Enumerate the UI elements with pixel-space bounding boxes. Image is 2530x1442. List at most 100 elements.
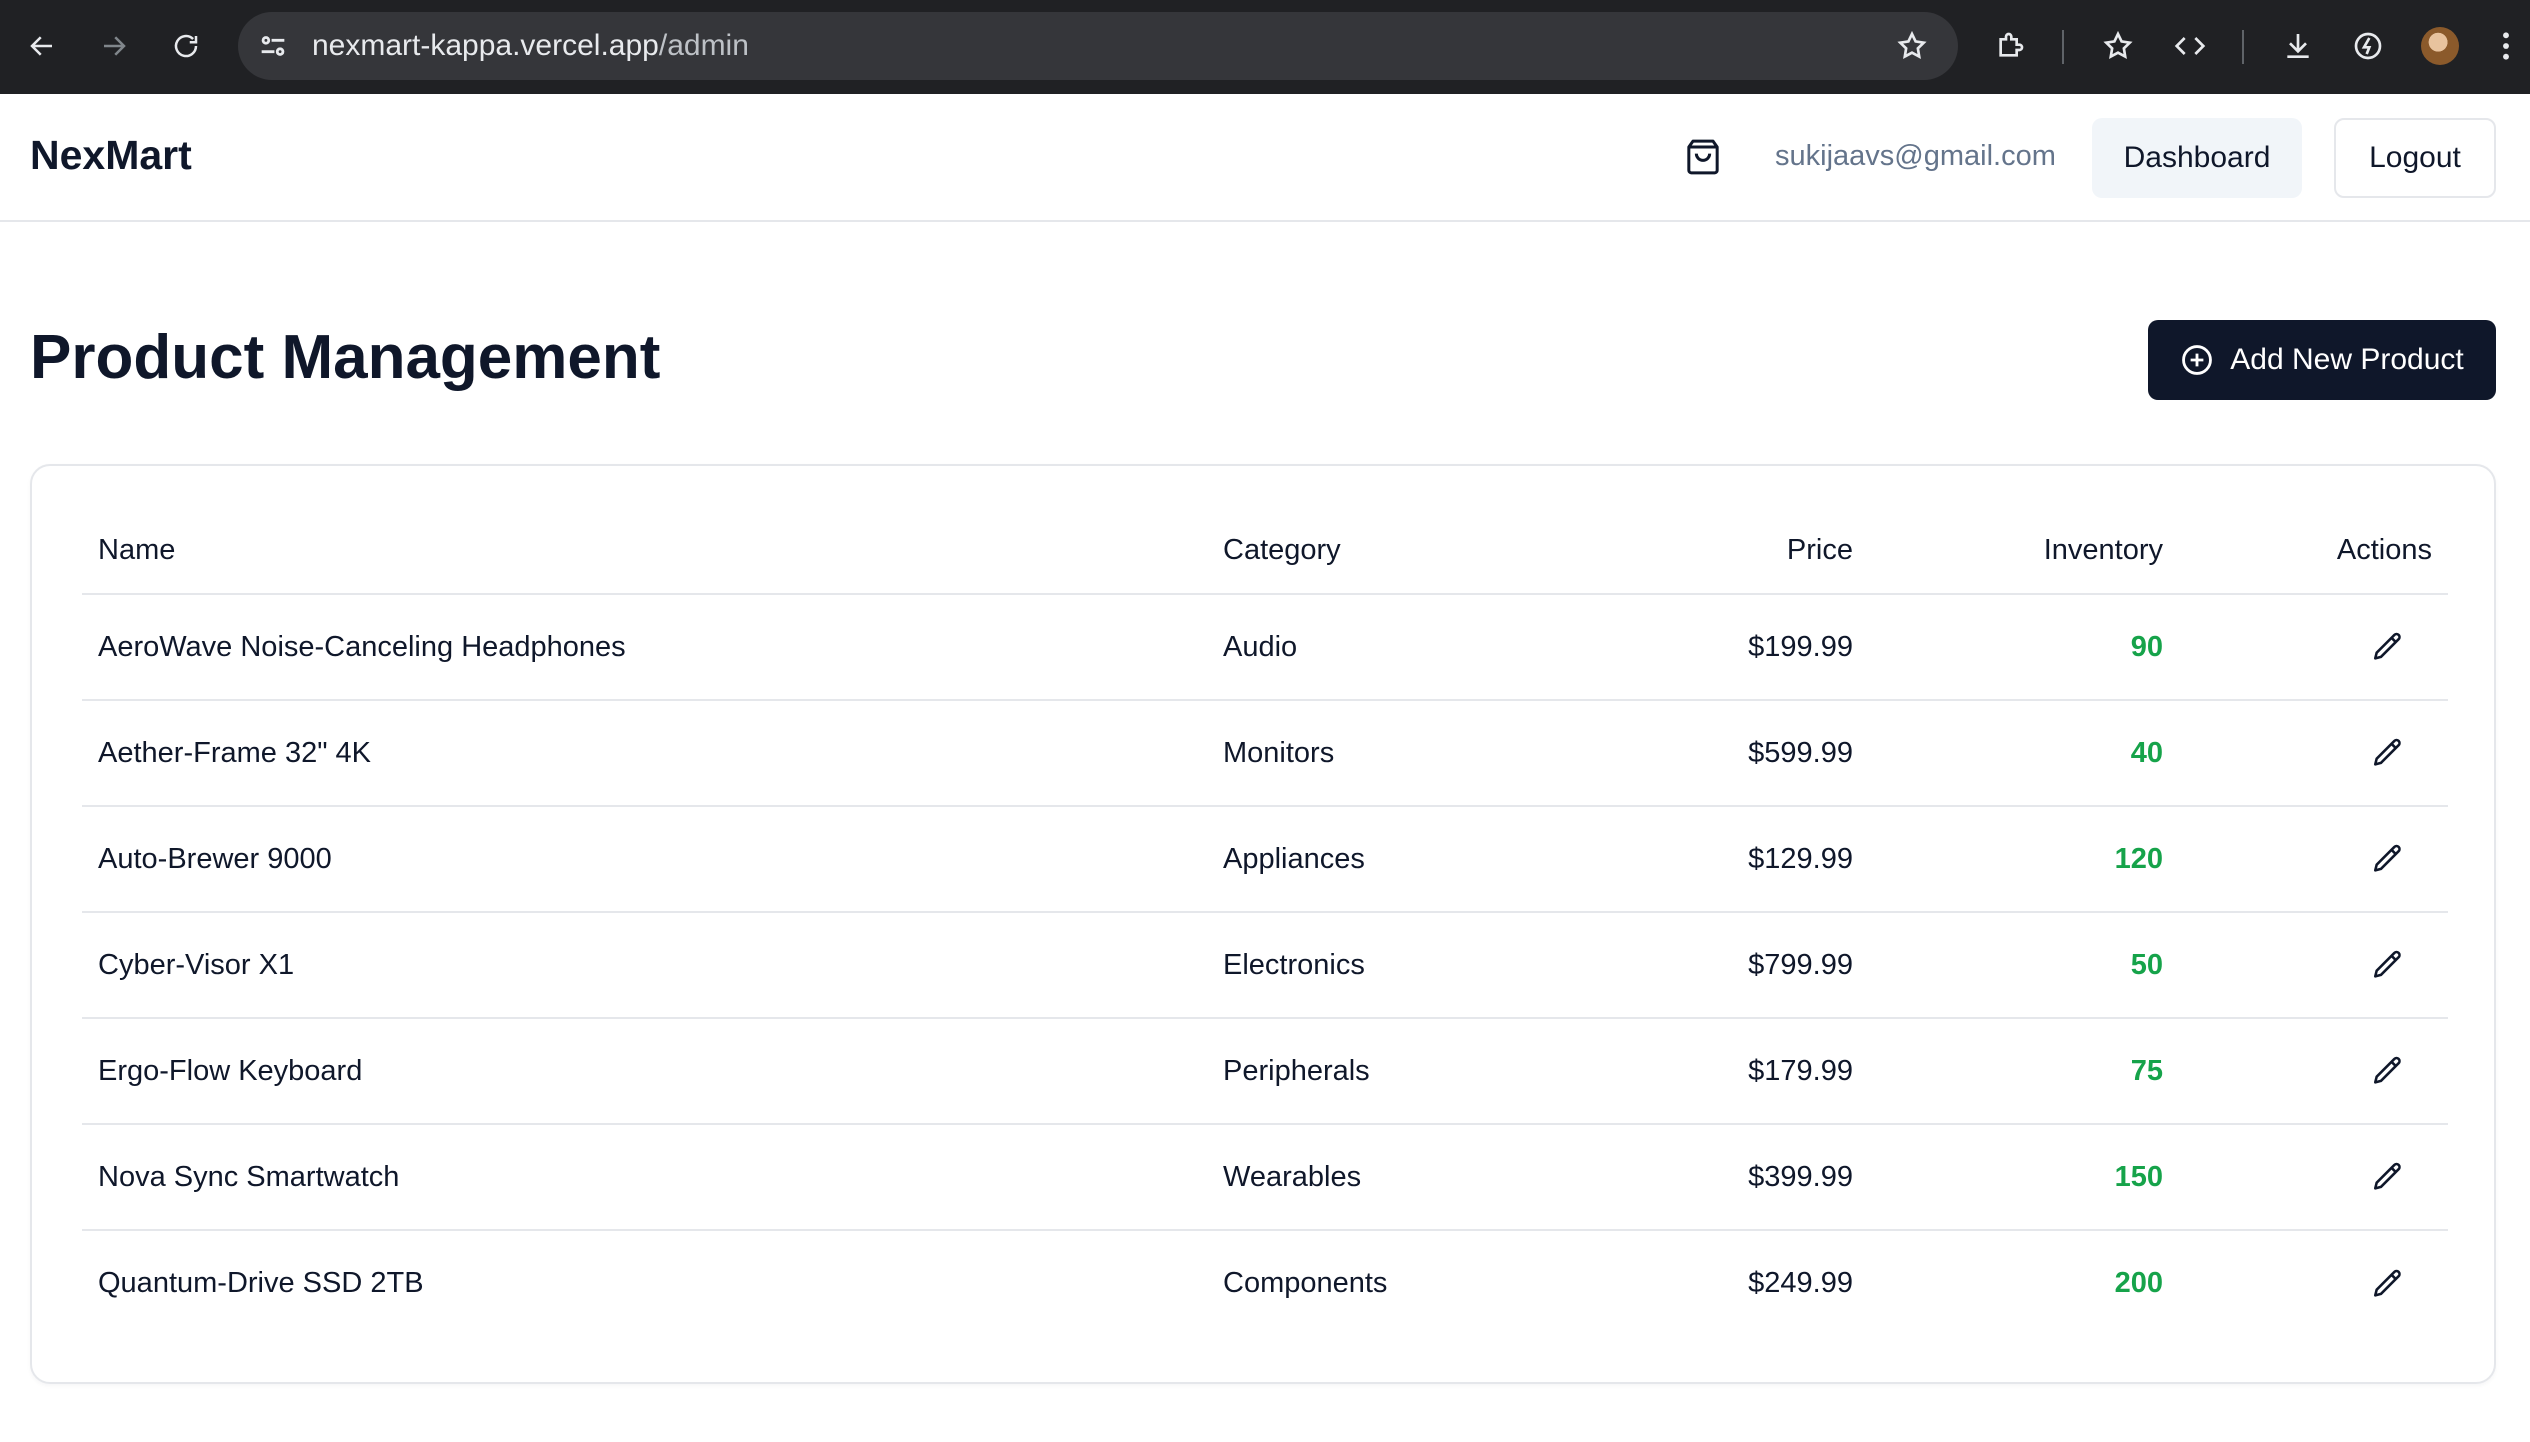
- product-name: Aether-Frame 32" 4K: [82, 700, 1207, 807]
- arrow-right-icon: [104, 36, 126, 56]
- column-header-inventory: Inventory: [1869, 508, 2179, 595]
- user-email: sukijaavs@gmail.com: [1775, 140, 2056, 172]
- pencil-icon: [2373, 738, 2401, 766]
- product-category: Components: [1223, 1267, 1388, 1299]
- app-header: NexMart sukijaavs@gmail.com Dashboard Lo…: [0, 94, 2530, 222]
- product-price: $179.99: [1567, 1018, 1869, 1125]
- star-list-icon: [2103, 30, 2133, 59]
- column-header-price: Price: [1567, 508, 1869, 595]
- product-actions: [2179, 1018, 2448, 1125]
- pencil-icon: [2373, 1269, 2401, 1297]
- toolbar-divider: [2242, 30, 2244, 64]
- performance-button[interactable]: [2342, 20, 2394, 72]
- product-category: Audio: [1207, 594, 1567, 701]
- product-name: Quantum-Drive SSD 2TB: [98, 1267, 424, 1299]
- product-category: Monitors: [1207, 700, 1567, 807]
- product-name: Ergo-Flow Keyboard: [82, 1018, 1207, 1125]
- profile-button[interactable]: [2414, 20, 2466, 72]
- product-name: Cyber-Visor X1: [82, 912, 1207, 1019]
- browser-menu-button[interactable]: [2486, 20, 2526, 72]
- product-price: $599.99: [1567, 700, 1869, 807]
- back-button[interactable]: [16, 20, 68, 72]
- browser-toolbar: nexmart-kappa.vercel.app/admin: [0, 0, 2530, 94]
- products-card: Name Category Price Inventory Actions Ae…: [30, 464, 2496, 1384]
- reading-list-button[interactable]: [2092, 20, 2144, 72]
- product-actions: [2179, 594, 2448, 701]
- table-row: Quantum-Drive SSD 2TB Components $249.99…: [82, 1230, 2448, 1336]
- speed-icon: [2354, 32, 2382, 60]
- table-row: Cyber-Visor X1 Electronics $799.99 50: [82, 912, 2448, 1019]
- extensions-button[interactable]: [1984, 20, 2036, 72]
- bookmark-star-icon[interactable]: [1896, 30, 1928, 62]
- download-icon: [2287, 34, 2309, 58]
- product-actions: [2179, 1230, 2448, 1336]
- product-category: Electronics: [1207, 912, 1567, 1019]
- product-category: Appliances: [1207, 806, 1567, 913]
- table-row: Auto-Brewer 9000 Appliances $129.99 120: [82, 806, 2448, 913]
- product-price: $399.99: [1567, 1124, 1869, 1231]
- product-inventory: 200: [2114, 1267, 2163, 1299]
- product-inventory: 75: [1869, 1018, 2179, 1125]
- product-category: Peripherals: [1207, 1018, 1567, 1125]
- edit-product-button[interactable]: [2364, 729, 2412, 777]
- downloads-button[interactable]: [2272, 20, 2324, 72]
- product-price: $249.99: [1748, 1267, 1853, 1299]
- table-header-row: Name Category Price Inventory Actions: [82, 508, 2448, 595]
- table-row: Ergo-Flow Keyboard Peripherals $179.99 7…: [82, 1018, 2448, 1125]
- product-actions: [2179, 806, 2448, 913]
- product-price: $129.99: [1567, 806, 1869, 913]
- edit-product-button[interactable]: [2364, 1047, 2412, 1095]
- forward-button[interactable]: [88, 20, 140, 72]
- column-header-category: Category: [1207, 508, 1567, 595]
- product-name: AeroWave Noise-Canceling Headphones: [82, 594, 1207, 701]
- product-inventory: 90: [1869, 594, 2179, 701]
- edit-product-button[interactable]: [2364, 1153, 2412, 1201]
- edit-product-button[interactable]: [2364, 941, 2412, 989]
- product-inventory: 120: [1869, 806, 2179, 913]
- column-header-actions: Actions: [2179, 508, 2448, 595]
- address-bar[interactable]: nexmart-kappa.vercel.app/admin: [238, 12, 1958, 80]
- table-row: Aether-Frame 32" 4K Monitors $599.99 40: [82, 700, 2448, 807]
- reload-button[interactable]: [160, 20, 212, 72]
- products-table: Name Category Price Inventory Actions Ae…: [82, 508, 2448, 1336]
- column-header-name: Name: [82, 508, 1207, 595]
- product-actions: [2179, 700, 2448, 807]
- puzzle-icon: [1999, 32, 2024, 57]
- edit-product-button[interactable]: [2364, 835, 2412, 883]
- product-price: $199.99: [1567, 594, 1869, 701]
- pencil-icon: [2373, 844, 2401, 872]
- avatar: [2421, 27, 2459, 65]
- url-host: nexmart-kappa.vercel.app: [312, 29, 659, 62]
- cart-button[interactable]: [1678, 132, 1728, 182]
- logout-button[interactable]: Logout: [2334, 118, 2496, 198]
- toolbar-divider: [2062, 30, 2064, 64]
- reload-icon: [174, 34, 198, 58]
- pencil-icon: [2373, 950, 2401, 978]
- add-product-label: Add New Product: [2230, 343, 2464, 376]
- pencil-icon: [2373, 632, 2401, 660]
- product-inventory: 150: [1869, 1124, 2179, 1231]
- add-product-button[interactable]: Add New Product: [2148, 320, 2496, 400]
- product-name: Nova Sync Smartwatch: [82, 1124, 1207, 1231]
- url-text: nexmart-kappa.vercel.app/admin: [312, 29, 749, 63]
- product-actions: [2179, 912, 2448, 1019]
- url-path: /admin: [658, 29, 749, 62]
- product-category: Wearables: [1207, 1124, 1567, 1231]
- plus-circle-icon: [2182, 345, 2213, 375]
- brand-logo[interactable]: NexMart: [30, 132, 192, 179]
- edit-product-button[interactable]: [2364, 1260, 2412, 1308]
- arrow-left-icon: [30, 36, 52, 56]
- product-inventory: 40: [1869, 700, 2179, 807]
- dashboard-button[interactable]: Dashboard: [2092, 118, 2302, 198]
- table-row: AeroWave Noise-Canceling Headphones Audi…: [82, 594, 2448, 701]
- code-icon: [2174, 37, 2206, 55]
- edit-product-button[interactable]: [2364, 623, 2412, 671]
- shopping-bag-icon: [1687, 139, 1719, 175]
- pencil-icon: [2373, 1162, 2401, 1190]
- product-name: Auto-Brewer 9000: [82, 806, 1207, 913]
- page-title: Product Management: [30, 323, 661, 392]
- more-vert-icon: [2503, 32, 2509, 60]
- site-info-icon: [261, 36, 285, 56]
- product-price: $799.99: [1567, 912, 1869, 1019]
- devtools-button[interactable]: [2164, 20, 2216, 72]
